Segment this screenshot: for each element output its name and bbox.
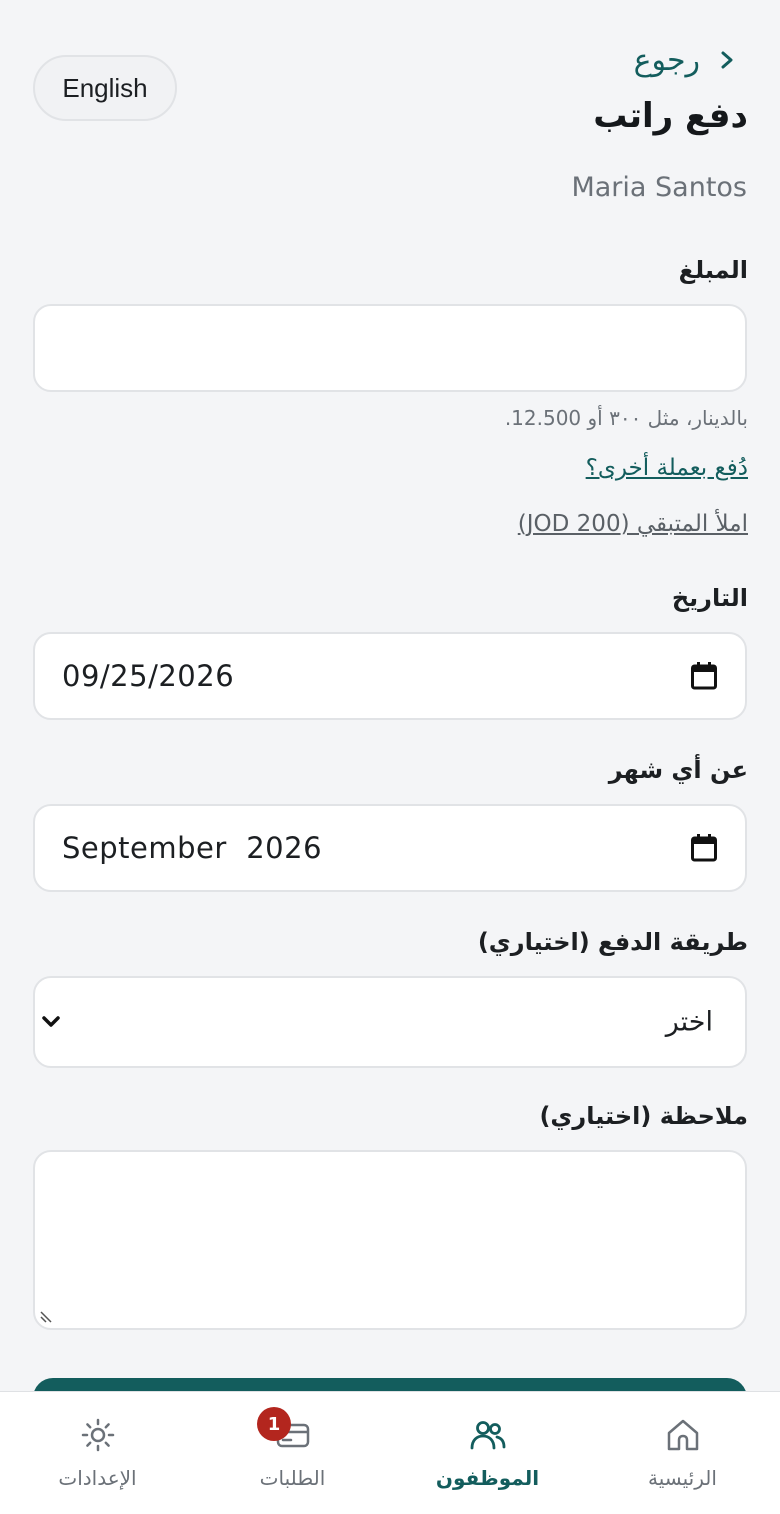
nav-label-settings: الإعدادات <box>58 1466 137 1490</box>
month-input[interactable]: September 2026 <box>33 804 747 892</box>
back-link[interactable]: رجوع <box>634 40 742 80</box>
date-label: التاريخ <box>671 584 748 612</box>
month-value: September 2026 <box>62 831 323 865</box>
nav-item-settings[interactable]: الإعدادات <box>0 1392 195 1514</box>
people-icon <box>470 1421 505 1450</box>
calendar-icon[interactable] <box>691 834 717 862</box>
date-value: 09/25/2026 <box>62 659 235 693</box>
employee-name: Maria Santos <box>571 172 747 203</box>
page-title: دفع راتب <box>593 96 748 136</box>
note-textarea[interactable] <box>33 1150 747 1330</box>
chevron-right-icon <box>721 51 733 69</box>
payment-method-value: اختر <box>665 1006 713 1038</box>
fill-remaining-link[interactable]: املأ المتبقي (JOD 200) <box>518 511 748 537</box>
month-label: عن أي شهر <box>608 756 748 784</box>
bottom-nav: الإعدادات 1 الطلبات الموظفون الرئيسية <box>0 1391 780 1514</box>
calendar-icon[interactable] <box>691 662 717 690</box>
nav-item-home[interactable]: الرئيسية <box>585 1392 780 1514</box>
nav-item-requests[interactable]: 1 الطلبات <box>195 1392 390 1514</box>
language-toggle-button[interactable]: English <box>33 55 177 121</box>
nav-label-home: الرئيسية <box>648 1466 717 1490</box>
requests-badge: 1 <box>257 1407 291 1441</box>
other-currency-link[interactable]: دُفع بعملة أخرى؟ <box>586 455 748 481</box>
amount-label: المبلغ <box>678 256 748 284</box>
chevron-down-icon <box>42 1016 60 1027</box>
pay-salary-page: English رجوع دفع راتب Maria Santos المبل… <box>0 0 780 1514</box>
home-icon <box>667 1419 698 1451</box>
note-label: ملاحظة (اختياري) <box>539 1102 748 1130</box>
payment-method-label: طريقة الدفع (اختياري) <box>477 928 748 956</box>
resize-handle-icon[interactable] <box>39 1308 55 1324</box>
amount-input[interactable] <box>33 304 747 392</box>
nav-label-employees: الموظفون <box>435 1466 540 1490</box>
amount-hint: بالدينار، مثل ٣٠٠ أو 12.500. <box>504 406 748 430</box>
back-label: رجوع <box>633 42 700 78</box>
date-input[interactable]: 09/25/2026 <box>33 632 747 720</box>
nav-item-employees[interactable]: الموظفون <box>390 1392 585 1514</box>
nav-label-requests: الطلبات <box>259 1466 326 1490</box>
gear-icon <box>81 1418 114 1452</box>
payment-method-select[interactable]: اختر <box>33 976 747 1068</box>
